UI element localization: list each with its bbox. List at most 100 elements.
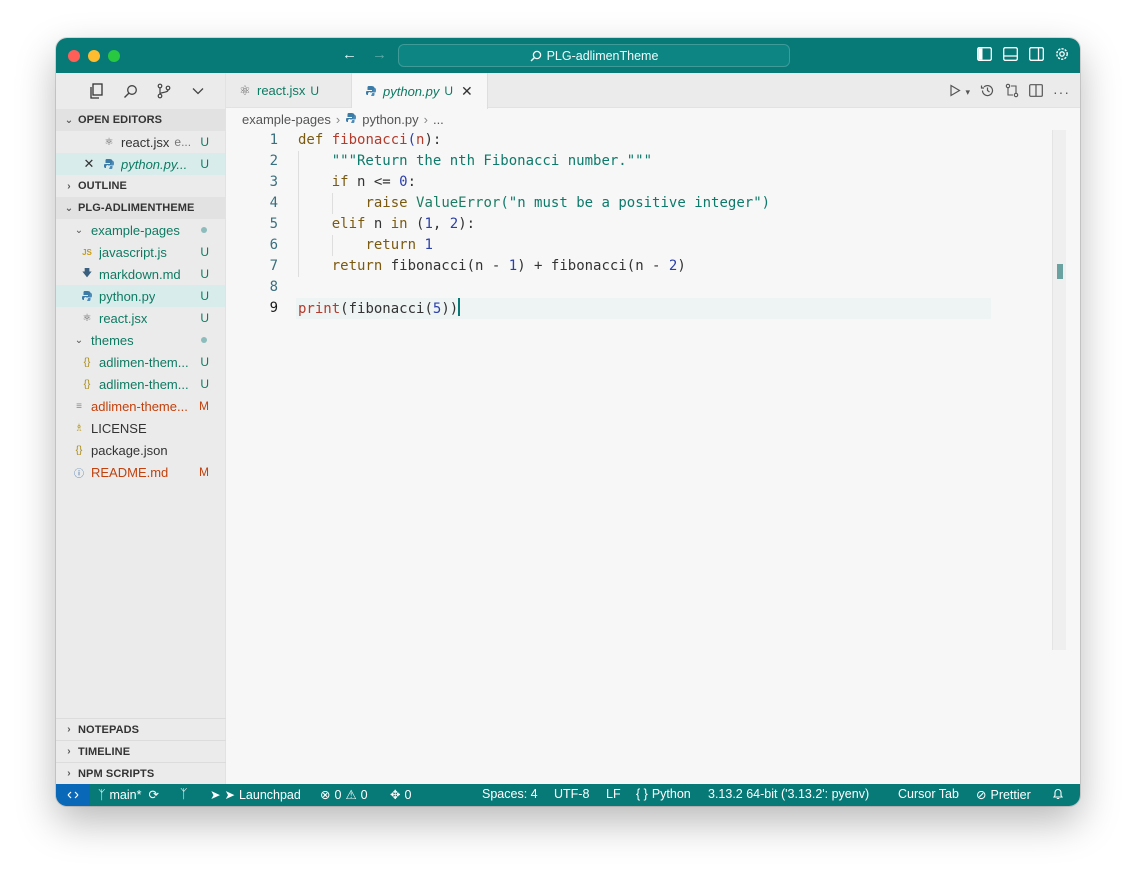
indentation-indicator[interactable]: Spaces: 4 xyxy=(482,787,538,801)
code-line: print(fibonacci(5)) xyxy=(298,298,770,319)
tree-item-python[interactable]: python.py U xyxy=(56,285,225,307)
launchpad-indicator[interactable]: ➤ ➤ Launchpad xyxy=(210,787,301,803)
prettier-indicator[interactable]: ⊘ Prettier xyxy=(976,787,1031,803)
warning-icon: ⚠ xyxy=(345,788,357,802)
code-line: if n <= 0: xyxy=(331,174,417,190)
chevron-down-icon: ⌄ xyxy=(64,114,74,126)
cursor-tab-indicator[interactable]: Cursor Tab xyxy=(898,787,959,801)
window-title: PLG-adlimenTheme xyxy=(546,48,659,63)
activity-bar xyxy=(56,73,225,109)
breadcrumb-more[interactable]: ... xyxy=(433,112,444,127)
sync-icon[interactable]: ⟳ xyxy=(148,787,158,802)
modified-dot xyxy=(201,227,207,233)
branch-indicator[interactable]: ᛉ main* ⟳ xyxy=(98,787,159,803)
tree-folder-example-pages[interactable]: ⌄ example-pages xyxy=(56,219,225,241)
tab-python-py[interactable]: python.py U ✕ xyxy=(352,73,488,109)
tree-item-javascript[interactable]: JS javascript.js U xyxy=(56,241,225,263)
chevron-down-icon: ⌄ xyxy=(74,334,84,346)
toggle-panel-icon[interactable] xyxy=(1002,46,1018,62)
chevron-down-icon[interactable]: ▾ xyxy=(965,87,970,98)
toggle-secondary-sidebar-icon[interactable] xyxy=(1028,46,1044,62)
chevron-down-icon: ⌄ xyxy=(64,202,74,214)
project-header[interactable]: ⌄ PLG-ADLIMENTHEME xyxy=(56,197,225,219)
split-editor-icon[interactable] xyxy=(1029,84,1043,100)
notepads-header[interactable]: › NOTEPADS xyxy=(56,718,226,740)
zoom-window-button[interactable] xyxy=(108,50,120,62)
chevron-down-icon[interactable] xyxy=(190,83,206,99)
chevron-right-icon: › xyxy=(67,768,71,779)
close-tab-icon[interactable]: ✕ xyxy=(461,83,473,100)
info-icon: ⓘ xyxy=(74,468,84,480)
outline-header[interactable]: › OUTLINE xyxy=(56,175,225,197)
encoding-indicator[interactable]: UTF-8 xyxy=(554,787,589,801)
tree-item-readme[interactable]: ⓘ README.md M xyxy=(56,461,225,483)
explorer-files-icon[interactable] xyxy=(88,83,104,99)
language-mode-indicator[interactable]: { } Python xyxy=(636,787,691,801)
python-interpreter-indicator[interactable]: 3.13.2 64-bit ('3.13.2': pyenv) xyxy=(708,787,869,801)
more-actions-icon[interactable]: ··· xyxy=(1053,84,1070,100)
eol-indicator[interactable]: LF xyxy=(606,787,621,801)
tree-item-theme-json-1[interactable]: {} adlimen-them... U xyxy=(56,351,225,373)
breadcrumb-folder[interactable]: example-pages xyxy=(242,112,331,127)
tree-folder-themes[interactable]: ⌄ themes xyxy=(56,329,225,351)
open-editors-header[interactable]: ⌄ OPEN EDITORS xyxy=(56,109,225,131)
markdown-icon: 🡇 xyxy=(81,267,93,279)
line-number-gutter: 1 2 3 4 5 6 7 8 9 xyxy=(226,130,278,319)
explorer-sidebar: ⌄ OPEN EDITORS ⚛ react.jsx e... U ✕ pyth… xyxy=(56,73,226,784)
tree-item-react[interactable]: ⚛ react.jsx U xyxy=(56,307,225,329)
git-graph-indicator[interactable]: ᛉ xyxy=(180,787,188,801)
chevron-right-icon: › xyxy=(67,180,71,192)
compare-changes-icon[interactable] xyxy=(1005,83,1019,101)
modified-dot xyxy=(201,337,207,343)
toggle-primary-sidebar-icon[interactable] xyxy=(976,46,992,62)
tree-item-license[interactable]: ♗ LICENSE xyxy=(56,417,225,439)
code-editor[interactable]: 1 2 3 4 5 6 7 8 9 def fibonacci(n): """R… xyxy=(226,130,1066,784)
back-arrow-icon[interactable]: ← xyxy=(342,46,357,63)
minimize-window-button[interactable] xyxy=(88,50,100,62)
timeline-header[interactable]: › TIMELINE xyxy=(56,740,226,762)
braces-icon: { } xyxy=(636,787,648,801)
vertical-scrollbar[interactable] xyxy=(1052,130,1066,650)
react-icon: ⚛ xyxy=(82,312,92,324)
close-window-button[interactable] xyxy=(68,50,80,62)
code-line: def fibonacci(n): xyxy=(298,132,442,148)
search-icon[interactable] xyxy=(122,83,138,99)
command-center-search[interactable]: PLG-adlimenTheme xyxy=(398,44,790,67)
source-control-icon[interactable] xyxy=(156,83,172,99)
status-bar: ᛉ main* ⟳ ᛉ ➤ ➤ Launchpad ⊗ 0 ⚠ 0 ✥ 0 Sp… xyxy=(56,784,1080,806)
tree-item-package-json[interactable]: {} package.json xyxy=(56,439,225,461)
run-python-icon[interactable] xyxy=(949,84,962,100)
remote-indicator[interactable] xyxy=(56,784,90,806)
breadcrumb: example-pages › python.py › ... xyxy=(226,108,1080,130)
close-icon[interactable]: ✕ xyxy=(82,156,96,171)
rocket-icon: ➤ xyxy=(210,788,221,802)
code-lines: def fibonacci(n): """Return the nth Fibo… xyxy=(298,130,770,319)
react-icon: ⚛ xyxy=(239,82,251,98)
breadcrumb-file[interactable]: python.py xyxy=(362,112,418,127)
notifications-bell[interactable] xyxy=(1052,787,1064,800)
scroll-position-marker xyxy=(1057,264,1063,279)
editor-tabs: ⚛ react.jsx U python.py U ✕ ▾ ··· xyxy=(226,73,1080,109)
json-icon: {} xyxy=(83,356,91,368)
forward-arrow-icon[interactable]: → xyxy=(372,46,387,63)
tree-item-theme-json-2[interactable]: {} adlimen-them... U xyxy=(56,373,225,395)
history-icon[interactable] xyxy=(980,83,995,101)
license-icon: ♗ xyxy=(74,422,84,434)
settings-gear-icon[interactable] xyxy=(1054,46,1070,62)
tab-react-jsx[interactable]: ⚛ react.jsx U xyxy=(226,73,352,108)
broadcast-icon: ✥ xyxy=(390,788,401,802)
code-line: """Return the nth Fibonacci number.""" xyxy=(331,153,653,169)
text-cursor xyxy=(458,298,461,316)
json-icon: {} xyxy=(75,444,83,456)
line-number: 5 xyxy=(269,216,278,232)
tree-item-markdown[interactable]: 🡇 markdown.md U xyxy=(56,263,225,285)
bell-icon xyxy=(1052,789,1064,800)
npm-scripts-header[interactable]: › NPM SCRIPTS xyxy=(56,762,226,784)
ports-indicator[interactable]: ✥ 0 xyxy=(390,787,411,803)
open-editor-item-python[interactable]: ✕ python.py... U xyxy=(56,153,225,175)
error-icon: ⊗ xyxy=(320,788,331,802)
search-icon xyxy=(530,50,541,61)
tree-item-theme-text[interactable]: ≡ adlimen-theme... M xyxy=(56,395,225,417)
problems-indicator[interactable]: ⊗ 0 ⚠ 0 xyxy=(320,787,368,803)
open-editor-item-react[interactable]: ⚛ react.jsx e... U xyxy=(56,131,225,153)
